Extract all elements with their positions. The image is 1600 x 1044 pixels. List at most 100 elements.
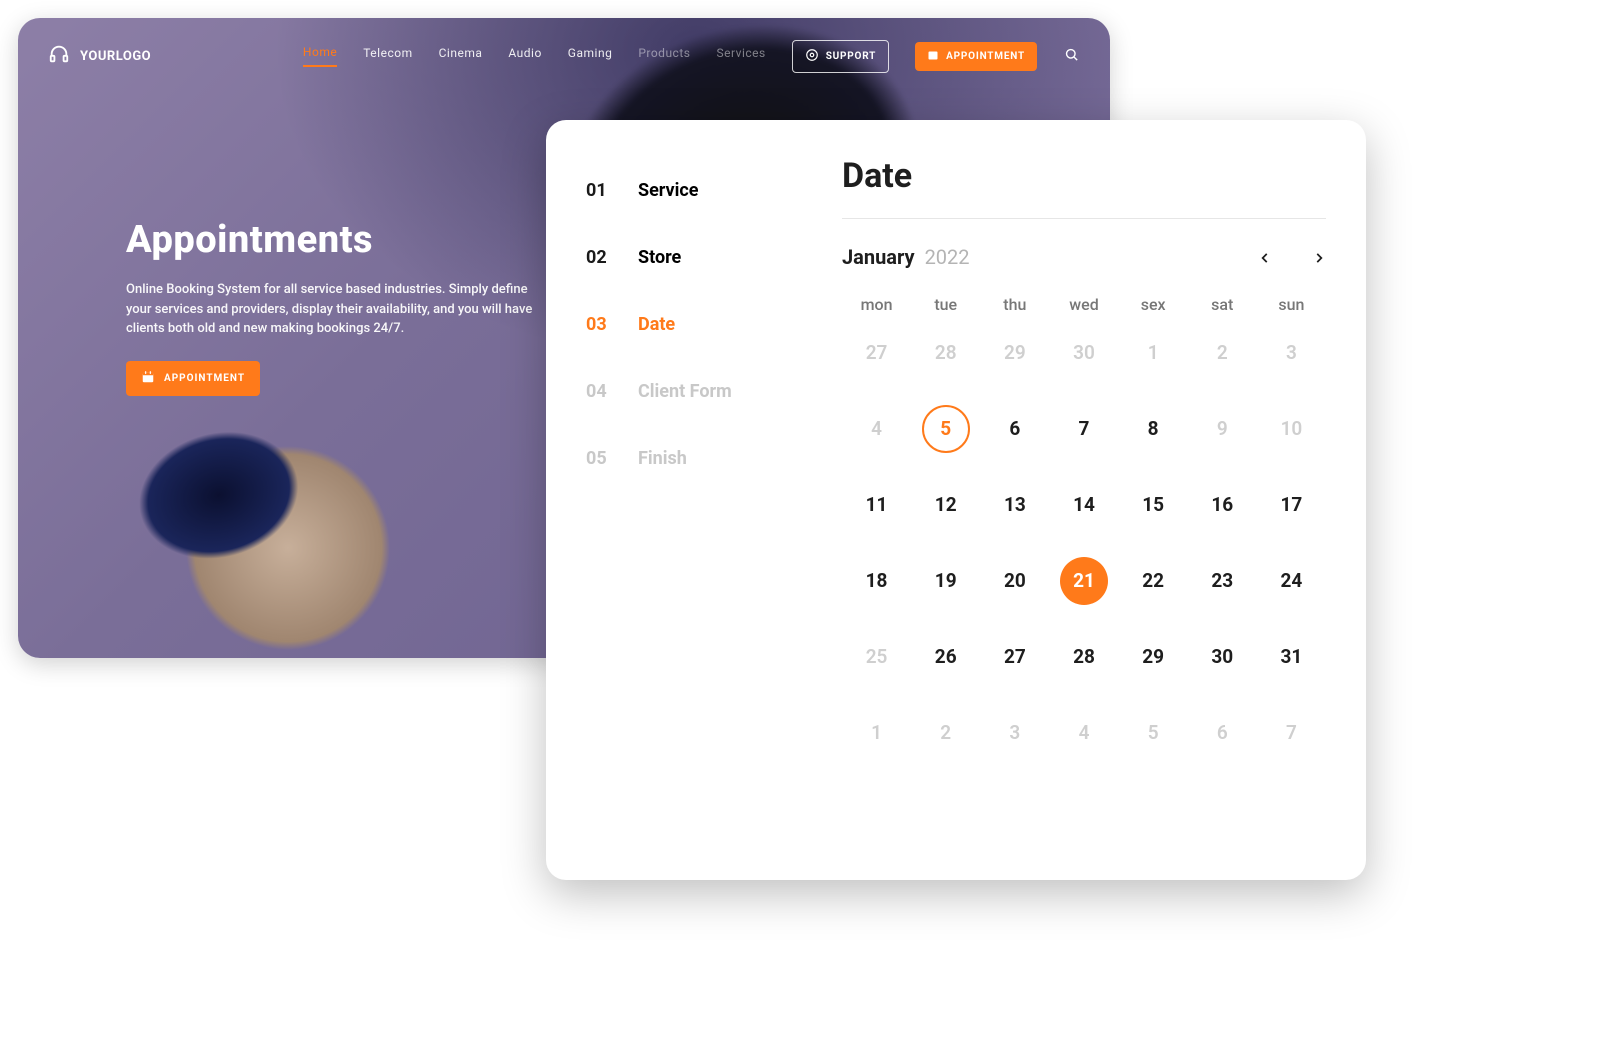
calendar-weekdays: montuethuwedsexsatsun (842, 295, 1326, 314)
appointment-modal: 01 Service 02 Store 03 Date 04 Client Form 05 Fin… (546, 120, 1366, 880)
nav-item-audio[interactable]: Audio (508, 46, 541, 66)
nav-item-telecom[interactable]: Telecom (363, 46, 412, 66)
calendar-day[interactable]: 3 (1257, 332, 1326, 374)
calendar-day[interactable]: 5 (911, 408, 980, 450)
step-number: 02 (586, 247, 616, 268)
hero-appointment-button[interactable]: APPOINTMENT (126, 361, 260, 396)
weekday-label: tue (911, 295, 980, 314)
calendar-day[interactable]: 6 (1188, 712, 1257, 754)
weekday-label: sun (1257, 295, 1326, 314)
calendar-icon (927, 49, 939, 64)
support-label: SUPPORT (826, 51, 876, 62)
calendar-icon (141, 370, 155, 387)
calendar-day[interactable]: 29 (980, 332, 1049, 374)
step-label: Service (638, 180, 699, 201)
calendar-day[interactable]: 24 (1257, 560, 1326, 602)
calendar-day[interactable]: 14 (1049, 484, 1118, 526)
calendar-day[interactable]: 31 (1257, 636, 1326, 678)
modal-step-store[interactable]: 02 Store (586, 247, 826, 268)
step-label: Client Form (638, 381, 732, 402)
hero-title: Appointments (126, 218, 546, 262)
modal-step-date[interactable]: 03 Date (586, 314, 826, 335)
step-label: Date (638, 314, 675, 335)
step-number: 01 (586, 180, 616, 201)
calendar-nav (1258, 250, 1326, 264)
weekday-label: sex (1119, 295, 1188, 314)
calendar-day[interactable]: 16 (1188, 484, 1257, 526)
calendar-day[interactable]: 25 (842, 636, 911, 678)
nav-item-products[interactable]: Products (638, 46, 690, 66)
calendar-header: January 2022 (842, 245, 1326, 269)
calendar-day[interactable]: 11 (842, 484, 911, 526)
brand-name: YOURLOGO (80, 49, 151, 64)
calendar-day[interactable]: 1 (1119, 332, 1188, 374)
calendar-day[interactable]: 30 (1188, 636, 1257, 678)
calendar-day[interactable]: 9 (1188, 408, 1257, 450)
calendar-day[interactable]: 15 (1119, 484, 1188, 526)
calendar-day[interactable]: 20 (980, 560, 1049, 602)
calendar-grid: 2728293012345678910111213141516171819202… (842, 332, 1326, 754)
calendar-day[interactable]: 27 (980, 636, 1049, 678)
step-number: 03 (586, 314, 616, 335)
topbar: YOURLOGO Home Telecom Cinema Audio Gaming Pro… (18, 18, 1110, 94)
modal-step-finish[interactable]: 05 Finish (586, 448, 826, 469)
calendar-day[interactable]: 4 (842, 408, 911, 450)
headphones-icon (48, 43, 70, 69)
appointment-button[interactable]: APPOINTMENT (915, 42, 1037, 71)
calendar-day[interactable]: 6 (980, 408, 1049, 450)
calendar-day[interactable]: 27 (842, 332, 911, 374)
nav-item-cinema[interactable]: Cinema (439, 46, 483, 66)
weekday-label: wed (1049, 295, 1118, 314)
weekday-label: thu (980, 295, 1049, 314)
calendar-day[interactable]: 2 (1188, 332, 1257, 374)
calendar-day[interactable]: 18 (842, 560, 911, 602)
calendar-day[interactable]: 22 (1119, 560, 1188, 602)
calendar-day[interactable]: 4 (1049, 712, 1118, 754)
calendar-day[interactable]: 26 (911, 636, 980, 678)
nav-item-home[interactable]: Home (303, 45, 337, 67)
chevron-right-icon[interactable] (1312, 250, 1326, 264)
step-number: 05 (586, 448, 616, 469)
calendar-day[interactable]: 28 (911, 332, 980, 374)
calendar-day[interactable]: 17 (1257, 484, 1326, 526)
step-number: 04 (586, 381, 616, 402)
nav-item-services[interactable]: Services (716, 46, 765, 66)
calendar-day[interactable]: 30 (1049, 332, 1118, 374)
support-button[interactable]: SUPPORT (792, 40, 889, 73)
modal-step-service[interactable]: 01 Service (586, 180, 826, 201)
calendar-day[interactable]: 7 (1049, 408, 1118, 450)
calendar-day[interactable]: 1 (842, 712, 911, 754)
step-label: Store (638, 247, 681, 268)
calendar-day[interactable]: 13 (980, 484, 1049, 526)
search-icon[interactable] (1063, 46, 1080, 66)
calendar-day[interactable]: 28 (1049, 636, 1118, 678)
calendar-day[interactable]: 10 (1257, 408, 1326, 450)
step-label: Finish (638, 448, 687, 469)
calendar-year: 2022 (925, 245, 970, 269)
modal-step-client-form[interactable]: 04 Client Form (586, 381, 826, 402)
calendar-day[interactable]: 3 (980, 712, 1049, 754)
hero-body: Online Booking System for all service ba… (126, 280, 546, 339)
brand-logo[interactable]: YOURLOGO (48, 43, 151, 69)
weekday-label: mon (842, 295, 911, 314)
weekday-label: sat (1188, 295, 1257, 314)
hero-text: Appointments Online Booking System for a… (126, 218, 546, 396)
calendar-day[interactable]: 19 (911, 560, 980, 602)
calendar-day[interactable]: 21 (1049, 560, 1118, 602)
calendar-day[interactable]: 5 (1119, 712, 1188, 754)
chevron-left-icon[interactable] (1258, 250, 1272, 264)
hero-cta-label: APPOINTMENT (164, 373, 245, 384)
modal-content: Date January 2022 montuethuwedsexsatsun … (826, 120, 1366, 880)
divider (842, 218, 1326, 219)
support-icon (805, 48, 819, 65)
appointment-label: APPOINTMENT (946, 51, 1025, 62)
calendar-day[interactable]: 2 (911, 712, 980, 754)
calendar-day[interactable]: 7 (1257, 712, 1326, 754)
calendar-day[interactable]: 23 (1188, 560, 1257, 602)
calendar-day[interactable]: 12 (911, 484, 980, 526)
modal-steps: 01 Service 02 Store 03 Date 04 Client Form 05 Fin… (546, 120, 826, 880)
calendar-day[interactable]: 29 (1119, 636, 1188, 678)
calendar-day[interactable]: 8 (1119, 408, 1188, 450)
nav-item-gaming[interactable]: Gaming (568, 46, 613, 66)
modal-title: Date (842, 156, 1326, 196)
